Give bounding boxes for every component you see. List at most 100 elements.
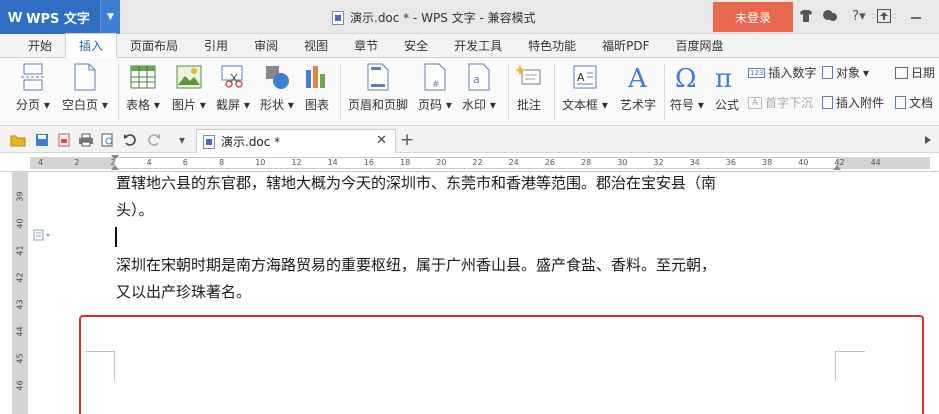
tab-special-features[interactable]: 特色功能 xyxy=(515,33,589,57)
tab-view[interactable]: 视图 xyxy=(291,33,341,57)
picture-icon xyxy=(176,62,202,92)
first-line-indent-marker[interactable] xyxy=(111,155,119,160)
document-icon xyxy=(203,134,215,149)
calendar-icon xyxy=(895,66,908,79)
textbox-icon: A xyxy=(573,62,597,92)
document-label: 文档 xyxy=(909,96,934,110)
comment-label: 批注 xyxy=(516,98,541,112)
tab-home[interactable]: 开始 xyxy=(0,33,65,57)
symbol-label: 符号 xyxy=(670,98,695,112)
vertical-ruler-tick-label: 46 xyxy=(15,380,25,391)
right-indent-marker[interactable] xyxy=(833,165,841,170)
collapse-panel-icon[interactable] xyxy=(920,132,936,148)
shape-button[interactable]: 形状 ▾ xyxy=(260,62,294,113)
date-button[interactable]: 日期 xyxy=(895,64,935,81)
drop-cap-button[interactable]: A 首字下沉 xyxy=(748,94,813,111)
page-break-button[interactable]: 分页 ▾ xyxy=(16,62,50,113)
ruler-tick-label: 40 xyxy=(798,158,809,167)
ruler-tick-label: 18 xyxy=(400,158,411,167)
paragraph-line[interactable]: 又以出产珍珠著名。 xyxy=(116,279,251,306)
formula-button[interactable]: π 公式 xyxy=(714,62,740,113)
ruler-tick-label: 4 xyxy=(146,158,152,167)
ribbon-separator xyxy=(118,64,119,120)
upload-icon[interactable] xyxy=(874,6,894,26)
text-cursor xyxy=(115,227,117,247)
tab-page-layout[interactable]: 页面布局 xyxy=(117,33,191,57)
header-footer-button[interactable]: 页眉和页脚 xyxy=(348,62,408,113)
art-text-button[interactable]: A 艺术字 xyxy=(620,62,656,113)
wps-logo-icon: W xyxy=(8,8,23,26)
comment-button[interactable]: 批注 xyxy=(516,62,542,113)
chart-button[interactable]: 图表 xyxy=(304,62,330,113)
vertical-ruler[interactable]: 39 40 41 42 43 44 45 46 xyxy=(12,172,28,414)
save-icon[interactable] xyxy=(34,132,50,148)
print-preview-icon[interactable] xyxy=(100,132,116,148)
omega-icon: Ω xyxy=(674,62,700,92)
wps-menu-button[interactable]: W WPS 文字 ▼ xyxy=(0,0,120,34)
watermark-icon: a xyxy=(468,62,490,92)
paragraph-line[interactable]: 头）。 xyxy=(116,197,154,224)
pi-icon: π xyxy=(714,62,740,92)
tab-insert[interactable]: 插入 xyxy=(65,33,118,58)
document-button[interactable]: 文档 xyxy=(895,94,933,111)
new-tab-icon[interactable]: + xyxy=(400,130,414,150)
header-footer-label: 页眉和页脚 xyxy=(348,98,409,112)
close-tab-icon[interactable]: ✕ xyxy=(376,133,387,148)
document-tab[interactable]: 演示.doc * ✕ xyxy=(196,129,396,153)
object-button[interactable]: 对象 ▾ xyxy=(822,64,869,81)
paragraph-line[interactable]: 深圳在宋朝时期是南方海路贸易的重要枢纽，属于广州香山县。盛产食盐、香料。至元朝， xyxy=(116,252,716,279)
insert-number-button[interactable]: 123 插入数字 xyxy=(748,64,816,81)
screenshot-button[interactable]: 截屏 ▾ xyxy=(216,62,250,113)
textbox-button[interactable]: A 文本框 ▾ xyxy=(562,62,608,113)
tab-section[interactable]: 章节 xyxy=(341,33,391,57)
ribbon-separator xyxy=(554,64,555,120)
tab-developer[interactable]: 开发工具 xyxy=(441,33,515,57)
symbol-button[interactable]: Ω 符号 ▾ xyxy=(670,62,704,113)
header-footer-icon xyxy=(367,62,389,92)
export-pdf-icon[interactable] xyxy=(56,132,72,148)
ribbon-tabs: 开始 插入 页面布局 引用 审阅 视图 章节 安全 开发工具 特色功能 福昕PD… xyxy=(0,33,939,58)
login-button[interactable]: 未登录 xyxy=(713,2,793,32)
shape-icon xyxy=(264,62,290,92)
tab-security[interactable]: 安全 xyxy=(391,33,441,57)
feedback-icon[interactable] xyxy=(820,6,840,26)
paragraph-line[interactable]: 置辖地六县的东官郡，辖地大概为今天的深圳市、东莞市和香港等范围。郡治在宝安县（南 xyxy=(116,170,716,197)
ruler-tick-label: 28 xyxy=(581,158,592,167)
tab-references[interactable]: 引用 xyxy=(191,33,241,57)
skin-icon[interactable] xyxy=(796,6,816,26)
insert-attachment-button[interactable]: 插入附件 xyxy=(822,94,884,111)
page-break-icon xyxy=(20,62,46,92)
undo-icon[interactable] xyxy=(122,132,138,148)
redo-icon[interactable] xyxy=(146,132,162,148)
drop-cap-label: 首字下沉 xyxy=(765,96,814,110)
ruler-tick-label: 8 xyxy=(219,158,225,167)
customize-toolbar-icon[interactable]: ▾ xyxy=(174,132,190,148)
page-number-button[interactable]: # 页码 ▾ xyxy=(418,62,452,113)
ruler-tick-label: 32 xyxy=(653,158,664,167)
picture-button[interactable]: 图片 ▾ xyxy=(172,62,206,113)
crop-mark-top-left xyxy=(85,351,115,381)
ruler-tick-label: 20 xyxy=(436,158,447,167)
print-icon[interactable] xyxy=(78,132,94,148)
help-icon[interactable]: ?▾ xyxy=(846,6,872,26)
open-folder-icon[interactable] xyxy=(10,132,26,148)
tab-baidu-netdisk[interactable]: 百度网盘 xyxy=(663,33,737,57)
tab-review[interactable]: 审阅 xyxy=(241,33,291,57)
window-title: 演示.doc * - WPS 文字 - 兼容模式 xyxy=(332,9,536,26)
tab-foxit-pdf[interactable]: 福昕PDF xyxy=(589,33,662,57)
paragraph-layout-icon[interactable] xyxy=(33,229,53,244)
ruler-tick-label: 4 xyxy=(38,158,44,167)
window-title-text: 演示.doc * - WPS 文字 - 兼容模式 xyxy=(350,11,536,25)
blank-page-button[interactable]: 空白页 ▾ xyxy=(62,62,108,113)
ruler-tick-label: 36 xyxy=(725,158,736,167)
ruler-tick-label: 10 xyxy=(255,158,266,167)
svg-text:π: π xyxy=(715,64,732,91)
table-label: 表格 xyxy=(126,98,151,112)
svg-text:A: A xyxy=(577,71,585,84)
minimize-icon[interactable] xyxy=(906,6,926,26)
vertical-ruler-tick-label: 42 xyxy=(15,272,25,283)
ruler-tick-label: 24 xyxy=(508,158,519,167)
table-button[interactable]: 表格 ▾ xyxy=(126,62,160,113)
watermark-button[interactable]: a 水印 ▾ xyxy=(462,62,496,113)
menu-dropdown-icon[interactable]: ▼ xyxy=(100,0,120,34)
